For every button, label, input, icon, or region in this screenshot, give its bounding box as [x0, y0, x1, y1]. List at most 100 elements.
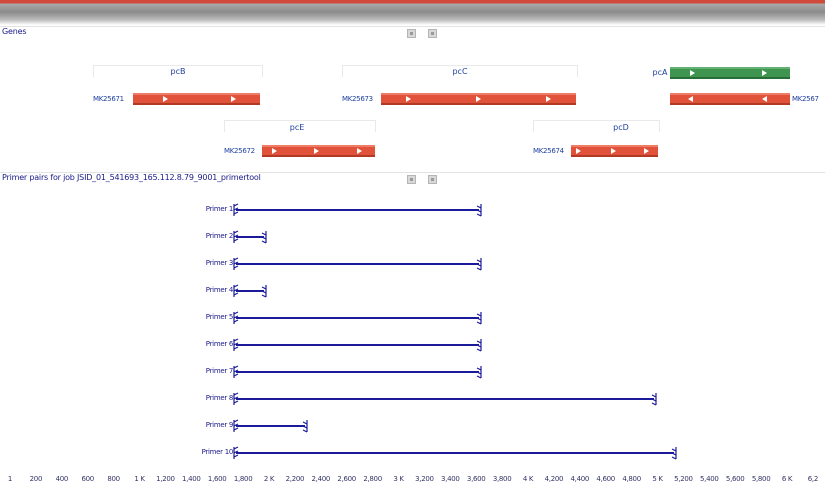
primer-label: Primer 8: [205, 394, 234, 402]
primer-label: Primer 3: [205, 259, 234, 267]
axis-tick-label: 3,400: [441, 475, 460, 483]
primer-pair-line[interactable]: [236, 371, 479, 373]
axis-tick-label: 5,200: [674, 475, 693, 483]
strand-arrow-icon: [163, 96, 168, 102]
primer-label: Primer 1: [205, 205, 234, 213]
forward-primer-marker-icon: [233, 256, 239, 272]
strand-arrow-icon: [611, 148, 616, 154]
primer-label: Primer 9: [205, 421, 234, 429]
axis-tick-label: 800: [107, 475, 120, 483]
axis-tick-label: 2 K: [263, 475, 275, 483]
axis-tick-label: 3,800: [492, 475, 512, 483]
genes-track-settings-icon[interactable]: [407, 29, 416, 38]
axis-tick-label: 4 K: [522, 475, 534, 483]
forward-primer-marker-icon: [233, 364, 239, 380]
gene-name-label: pcD: [613, 123, 629, 132]
axis-tick-label: 2,400: [311, 475, 331, 483]
gene-name-label: pcA: [652, 68, 668, 77]
primer-label: Primer 6: [205, 340, 234, 348]
axis-tick-label: 1: [7, 475, 13, 483]
reverse-primer-marker-icon: [261, 283, 267, 299]
axis-tick-label: 4,600: [596, 475, 615, 483]
gene-bar[interactable]: [262, 145, 375, 157]
axis-tick-label: 1,200: [156, 475, 175, 483]
reverse-primer-marker-icon: [476, 256, 482, 272]
strand-arrow-icon: [357, 148, 362, 154]
forward-primer-marker-icon: [233, 202, 239, 218]
gene-bar[interactable]: [571, 145, 658, 157]
axis-tick-label: 1 K: [134, 475, 145, 483]
axis-tick-label: 200: [29, 475, 43, 483]
axis-tick-label: 2,800: [363, 475, 382, 483]
axis-tick-label: 5,600: [725, 475, 745, 483]
axis-tick-label: 3 K: [393, 475, 404, 483]
axis-tick-label: 4,200: [544, 475, 564, 483]
strand-arrow-icon: [314, 148, 319, 154]
gene-bar[interactable]: [381, 93, 576, 105]
forward-primer-marker-icon: [233, 391, 239, 407]
gene-bar-highlighted[interactable]: [670, 67, 790, 79]
strand-arrow-icon: [476, 96, 481, 102]
primer-pair-line[interactable]: [236, 209, 479, 211]
sequence-viewer: Genes pcB MK25671 pcC MK25673 pcA MK2567…: [0, 0, 825, 498]
strand-arrow-icon: [406, 96, 411, 102]
axis-tick-label: 600: [81, 475, 94, 483]
axis-tick-label: 1,800: [233, 475, 253, 483]
reverse-primer-marker-icon: [476, 364, 482, 380]
primer-pair-line[interactable]: [236, 290, 264, 292]
reverse-primer-marker-icon: [651, 391, 657, 407]
strand-arrow-icon: [762, 70, 767, 76]
reverse-primer-marker-icon: [302, 418, 308, 434]
axis-tick-label: 1,400: [182, 475, 201, 483]
primer-pair-line[interactable]: [236, 263, 479, 265]
primer-pair-line[interactable]: [236, 344, 479, 346]
reverse-primer-marker-icon: [476, 337, 482, 353]
axis-tick-label: 2,200: [285, 475, 305, 483]
strand-arrow-icon: [546, 96, 551, 102]
forward-primer-marker-icon: [233, 283, 239, 299]
primer-pair-line[interactable]: [236, 317, 479, 319]
axis-tick-label: 5,400: [700, 475, 719, 483]
gene-id-label[interactable]: MK25671: [93, 95, 124, 103]
gene-id-label[interactable]: MK2567: [792, 95, 819, 103]
gene-name-label: pcB: [170, 67, 186, 76]
strand-arrow-icon: [576, 148, 581, 154]
primer-pair-line[interactable]: [236, 236, 264, 238]
genes-track-close-icon[interactable]: [428, 29, 437, 38]
gene-id-label[interactable]: MK25674: [533, 147, 564, 155]
gene-bar[interactable]: [670, 93, 790, 105]
strand-arrow-icon: [231, 96, 236, 102]
strand-arrow-icon: [644, 148, 649, 154]
strand-arrow-icon: [688, 96, 693, 102]
gene-feature-box: [533, 120, 660, 132]
primers-track-close-icon[interactable]: [428, 175, 437, 184]
primer-pair-line[interactable]: [236, 398, 654, 400]
forward-primer-marker-icon: [233, 418, 239, 434]
gene-bar[interactable]: [133, 93, 260, 105]
axis-tick-label: 3,600: [466, 475, 486, 483]
strand-arrow-icon: [272, 148, 277, 154]
gene-id-label[interactable]: MK25673: [342, 95, 373, 103]
forward-primer-marker-icon: [233, 229, 239, 245]
primers-track-settings-icon[interactable]: [407, 175, 416, 184]
primer-label: Primer 4: [205, 286, 234, 294]
gene-id-label[interactable]: MK25672: [224, 147, 255, 155]
primer-label: Primer 5: [205, 313, 234, 321]
primer-pair-line[interactable]: [236, 452, 674, 454]
axis-tick-label: 6,2: [807, 475, 819, 483]
viewer-toolbar: [0, 0, 825, 25]
primer-pair-line[interactable]: [236, 425, 305, 427]
strand-arrow-icon: [690, 70, 695, 76]
axis-tick-label: 5 K: [652, 475, 663, 483]
axis-tick-label: 3,200: [415, 475, 434, 483]
primers-track-header: Primer pairs for job JSID_01_541693_165.…: [0, 172, 825, 187]
primer-label: Primer 7: [205, 367, 234, 375]
primer-label: Primer 10: [201, 448, 234, 456]
reverse-primer-marker-icon: [671, 445, 677, 461]
primer-label: Primer 2: [205, 232, 234, 240]
strand-arrow-icon: [762, 96, 767, 102]
axis-tick-label: 4,400: [570, 475, 590, 483]
primers-track-title: Primer pairs for job JSID_01_541693_165.…: [2, 173, 261, 182]
gene-name-label: pcE: [289, 123, 305, 132]
axis-tick-label: 5,800: [751, 475, 771, 483]
